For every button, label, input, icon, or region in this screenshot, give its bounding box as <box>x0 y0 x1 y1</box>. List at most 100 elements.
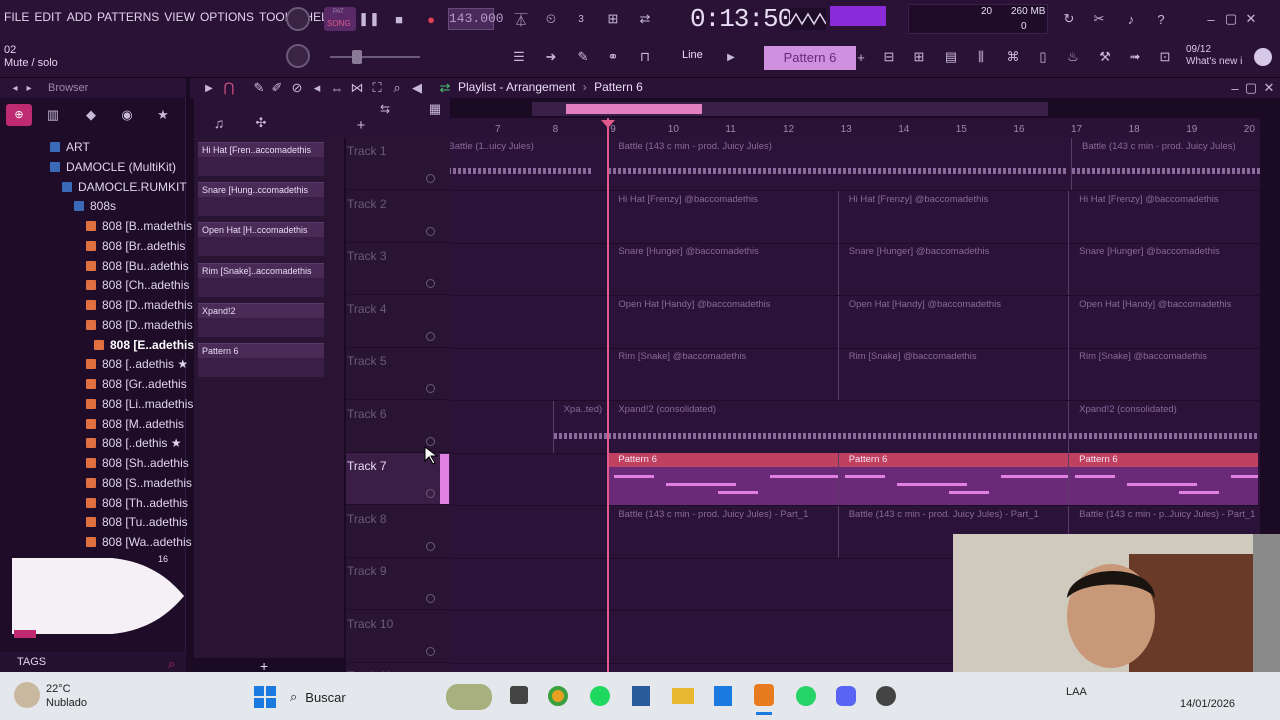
master-volume-knob[interactable] <box>286 7 310 31</box>
pencil-icon[interactable]: ✎ <box>572 46 594 68</box>
track-header[interactable]: Track 9 <box>346 558 450 610</box>
audio-clip[interactable]: Hi Hat [Frenzy] @baccomadethis <box>607 190 837 243</box>
favorites-tab-icon[interactable]: ★ <box>152 104 174 126</box>
tree-sample[interactable]: 808 [E..adethis <box>94 336 194 355</box>
track-mute-icon[interactable] <box>426 646 435 656</box>
record-icon[interactable]: ● <box>420 8 442 30</box>
track-mute-icon[interactable] <box>426 331 435 341</box>
taskbar-search[interactable]: ⌕ Buscar <box>290 686 460 708</box>
master-slider[interactable] <box>330 56 420 58</box>
master-pitch-knob[interactable] <box>286 44 310 68</box>
select-tool-icon[interactable]: ⛶ <box>366 77 388 99</box>
track-header[interactable]: Track 6 <box>346 401 450 453</box>
tree-sample[interactable]: 808 [B..madethis <box>86 217 192 236</box>
network-icon[interactable]: ⌘ <box>1002 46 1024 68</box>
tempo-display[interactable]: 143.000 <box>448 8 504 30</box>
add-pattern-icon[interactable]: + <box>850 46 872 68</box>
all-tab-icon[interactable]: ⊕ <box>6 104 32 126</box>
playhead[interactable] <box>607 118 609 672</box>
audio-icon[interactable]: ✣ <box>250 112 272 134</box>
track-mute-icon[interactable] <box>426 489 435 498</box>
track-mute-icon[interactable] <box>426 436 435 446</box>
audio-clip[interactable]: Snare [Hunger] @baccomadethis <box>1068 243 1258 295</box>
snap-select[interactable]: Line <box>682 49 703 61</box>
cut-icon[interactable]: ✂ <box>1088 8 1110 30</box>
microphone-icon[interactable]: ♪ <box>1120 8 1142 30</box>
audio-clip[interactable]: Hi Hat [Frenzy] @baccomadethis <box>1068 190 1258 243</box>
taskbar-date[interactable]: 14/01/2026 <box>1180 698 1235 710</box>
piano-roll-icon[interactable]: ▤ <box>940 46 962 68</box>
track-mute-icon[interactable] <box>426 384 435 393</box>
start-icon[interactable] <box>254 686 276 708</box>
search-highlight-icon[interactable] <box>446 684 492 710</box>
tree-sample[interactable]: 808 [Bu..adethis <box>86 257 189 276</box>
pause-icon[interactable]: ❚❚ <box>358 8 380 30</box>
tree-folder[interactable]: DAMOCLE (MultiKit) <box>50 158 176 177</box>
countdown-icon[interactable]: ⏲ <box>540 8 562 30</box>
tree-sample[interactable]: 808 [Gr..adethis <box>86 375 187 394</box>
pattern-clip[interactable]: Pattern 6 <box>607 453 838 505</box>
metronome-icon[interactable]: ⏄ <box>510 8 532 30</box>
paint-tool-icon[interactable]: ✐ <box>266 77 288 99</box>
scrollbar-handle[interactable] <box>566 104 702 114</box>
file-icon[interactable]: ▯ <box>1032 46 1054 68</box>
snap-magnet-icon[interactable]: ⊓ <box>634 46 656 68</box>
slip-tool-icon[interactable]: ⇔ <box>326 77 348 99</box>
system-tray-lang[interactable]: LAA <box>1066 686 1087 698</box>
tree-sample[interactable]: 808 [Li..madethis <box>86 395 193 414</box>
search-icon[interactable]: ⌕ <box>168 656 175 672</box>
plugin-icon[interactable]: ♨ <box>1062 46 1084 68</box>
track-mute-icon[interactable] <box>426 174 435 183</box>
audio-clip[interactable]: Battle (143 c min - prod. Juicy Jules) -… <box>607 505 837 558</box>
whatsapp-icon[interactable] <box>796 686 816 706</box>
timeline-ruler[interactable]: 7 8 9 10 11 12 13 14 15 16 17 18 19 20 <box>450 118 1260 138</box>
audio-clip[interactable]: Rim [Snake] @baccomadethis <box>607 348 837 400</box>
discord-icon[interactable] <box>836 686 856 706</box>
calculator-icon[interactable] <box>632 686 650 706</box>
pat-song-toggle[interactable]: PAT SONG <box>324 7 356 31</box>
arrangement-icon[interactable]: ⇄ <box>434 77 456 99</box>
help-icon[interactable]: ? <box>1150 8 1172 30</box>
chevron-right-icon[interactable]: ▶ <box>720 46 742 68</box>
track-header[interactable]: Track 10 <box>346 611 450 663</box>
weather-icon[interactable] <box>14 682 40 708</box>
spotify-icon[interactable] <box>590 686 610 706</box>
tree-sample[interactable]: 808 [Th..adethis <box>86 494 188 513</box>
tree-sample[interactable]: 808 [D..madethis <box>86 296 193 315</box>
add-track-icon[interactable]: + <box>350 114 372 136</box>
playhead-marker-icon[interactable] <box>601 120 615 128</box>
undo-icon[interactable]: ↻ <box>1058 8 1080 30</box>
arrow-icon[interactable]: ➟ <box>1124 46 1146 68</box>
pattern-selector[interactable]: Pattern 6 <box>764 46 856 70</box>
audio-clip[interactable]: Rim [Snake] @baccomadethis <box>1068 348 1258 400</box>
tree-folder[interactable]: 808s <box>74 197 116 216</box>
tree-sample[interactable]: 808 [D..madethis <box>86 316 193 335</box>
loop-record-icon[interactable]: ⇄ <box>634 8 656 30</box>
tree-sample[interactable]: 808 [M..adethis <box>86 415 184 434</box>
chrome-icon[interactable] <box>548 686 568 706</box>
delete-tool-icon[interactable]: ⊘ <box>286 77 308 99</box>
tree-sample[interactable]: 808 [Wa..adethis <box>86 533 192 552</box>
pattern-picker-item[interactable]: Snare [Hung..ccomadethis <box>198 182 324 217</box>
tags-bar[interactable]: TAGS <box>0 652 186 672</box>
menu-view[interactable]: VIEW <box>164 10 195 24</box>
track-header[interactable]: Track 3 <box>346 243 450 295</box>
audio-clip[interactable]: Open Hat [Handy] @baccomadethis <box>607 295 837 348</box>
track-header[interactable]: Track 8 <box>346 506 450 558</box>
tree-sample[interactable]: 808 [Tu..adethis <box>86 513 188 532</box>
menu-file[interactable]: FILE <box>4 10 29 24</box>
audio-clip[interactable]: Battle (1..uicy Jules) <box>450 138 593 190</box>
slice-tool-icon[interactable]: ⋈ <box>346 77 368 99</box>
arrow-right-icon[interactable]: ➜ <box>540 46 562 68</box>
audio-clip[interactable]: Xpand!2 (consolidated) <box>1068 400 1259 453</box>
audio-clip[interactable]: Snare [Hunger] @baccomadethis <box>607 243 837 295</box>
track-header[interactable]: Track 5 <box>346 348 450 400</box>
zoom-tool-icon[interactable]: ⌕ <box>386 77 408 99</box>
mute-tool-icon[interactable]: ◂ <box>306 77 328 99</box>
audio-clip[interactable]: Open Hat [Handy] @baccomadethis <box>837 295 1068 348</box>
arrows-icon[interactable]: ⇆ <box>374 98 396 120</box>
maximize-icon[interactable]: ▢ <box>1220 8 1242 30</box>
fl-studio-icon[interactable] <box>754 684 774 706</box>
close-icon[interactable]: ✕ <box>1240 8 1262 30</box>
playlist-icon[interactable]: ☰ <box>508 46 530 68</box>
